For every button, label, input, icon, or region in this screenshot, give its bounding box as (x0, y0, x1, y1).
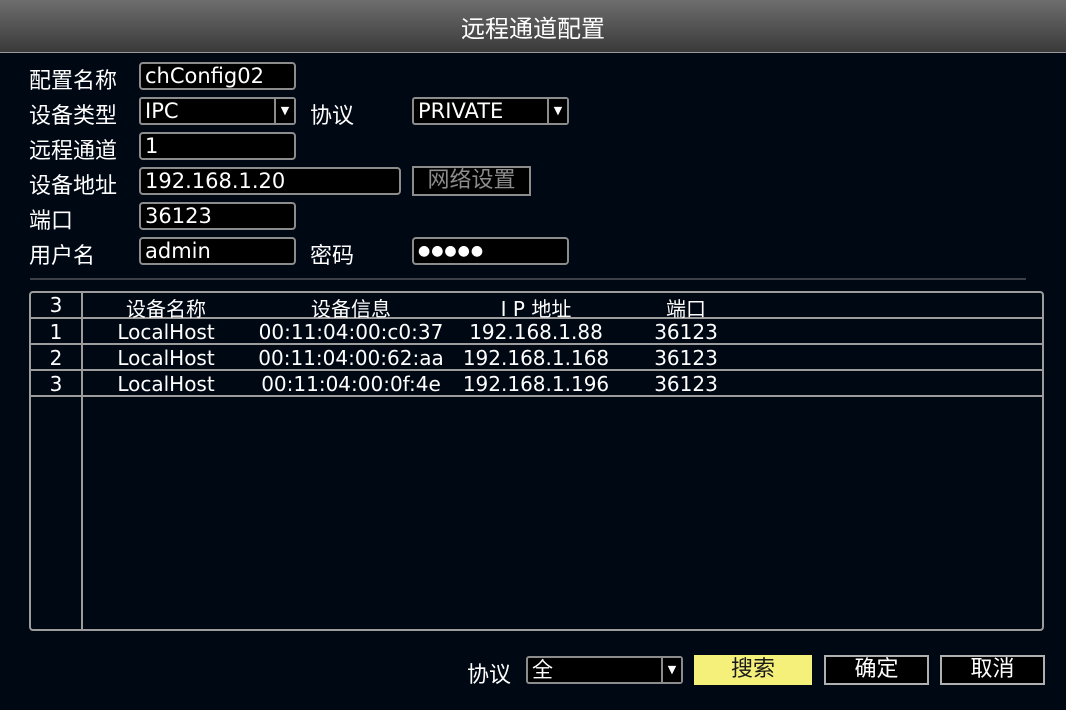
footer-protocol-value: 全 (532, 658, 553, 682)
row-index: 1 (49, 320, 63, 344)
row-device-name: LocalHost (117, 320, 215, 344)
remote-channel-label: 远程通道 (29, 139, 118, 164)
port-input[interactable]: 36123 (139, 202, 296, 230)
row-ip-address: 192.168.1.88 (469, 320, 603, 344)
row-index: 3 (49, 372, 63, 396)
footer-protocol-select[interactable]: 全 ▼ (526, 656, 683, 684)
protocol-value: PRIVATE (418, 99, 504, 123)
password-input[interactable]: ●●●●● (412, 237, 569, 265)
row-device-info: 00:11:04:00:62:aa (258, 346, 444, 370)
device-table: 3 设备名称 设备信息 I P 地址 端口 1 LocalHost 00:11:… (29, 291, 1044, 631)
divider (30, 278, 1026, 280)
header-device-name: 设备名称 (126, 297, 206, 321)
chevron-down-icon[interactable]: ▼ (547, 99, 567, 123)
row-index: 2 (49, 346, 63, 370)
row-device-info: 00:11:04:00:0f:4e (261, 372, 441, 396)
username-label: 用户名 (29, 244, 96, 269)
device-type-value: IPC (145, 99, 179, 123)
row-port: 36123 (654, 372, 718, 396)
device-address-input[interactable]: 192.168.1.20 (139, 167, 401, 195)
device-type-select[interactable]: IPC ▼ (139, 97, 296, 125)
network-settings-button[interactable]: 网络设置 (412, 166, 531, 196)
remote-channel-input[interactable]: 1 (139, 132, 296, 160)
username-input[interactable]: admin (139, 237, 296, 265)
window-title: 远程通道配置 (461, 15, 605, 43)
title-bar: 远程通道配置 (0, 0, 1066, 53)
device-type-label: 设备类型 (29, 104, 118, 129)
row-device-info: 00:11:04:00:c0:37 (258, 320, 444, 344)
config-name-label: 配置名称 (29, 69, 118, 94)
port-label: 端口 (29, 209, 74, 234)
row-port: 36123 (654, 346, 718, 370)
config-name-input[interactable]: chConfig02 (139, 62, 296, 90)
row-device-name: LocalHost (117, 372, 215, 396)
row-ip-address: 192.168.1.168 (462, 346, 610, 370)
device-address-label: 设备地址 (29, 174, 118, 199)
footer-protocol-label: 协议 (467, 663, 512, 688)
header-device-info: 设备信息 (311, 297, 391, 321)
chevron-down-icon[interactable]: ▼ (274, 99, 294, 123)
ok-button[interactable]: 确定 (824, 655, 929, 685)
header-count: 3 (49, 293, 63, 317)
chevron-down-icon[interactable]: ▼ (661, 658, 681, 682)
protocol-label: 协议 (310, 104, 355, 129)
password-label: 密码 (310, 244, 355, 269)
protocol-select[interactable]: PRIVATE ▼ (412, 97, 569, 125)
header-ip-address: I P 地址 (500, 297, 572, 321)
header-port: 端口 (666, 297, 706, 321)
search-button[interactable]: 搜索 (694, 655, 812, 685)
row-port: 36123 (654, 320, 718, 344)
row-ip-address: 192.168.1.196 (462, 372, 610, 396)
row-device-name: LocalHost (117, 346, 215, 370)
cancel-button[interactable]: 取消 (940, 655, 1045, 685)
